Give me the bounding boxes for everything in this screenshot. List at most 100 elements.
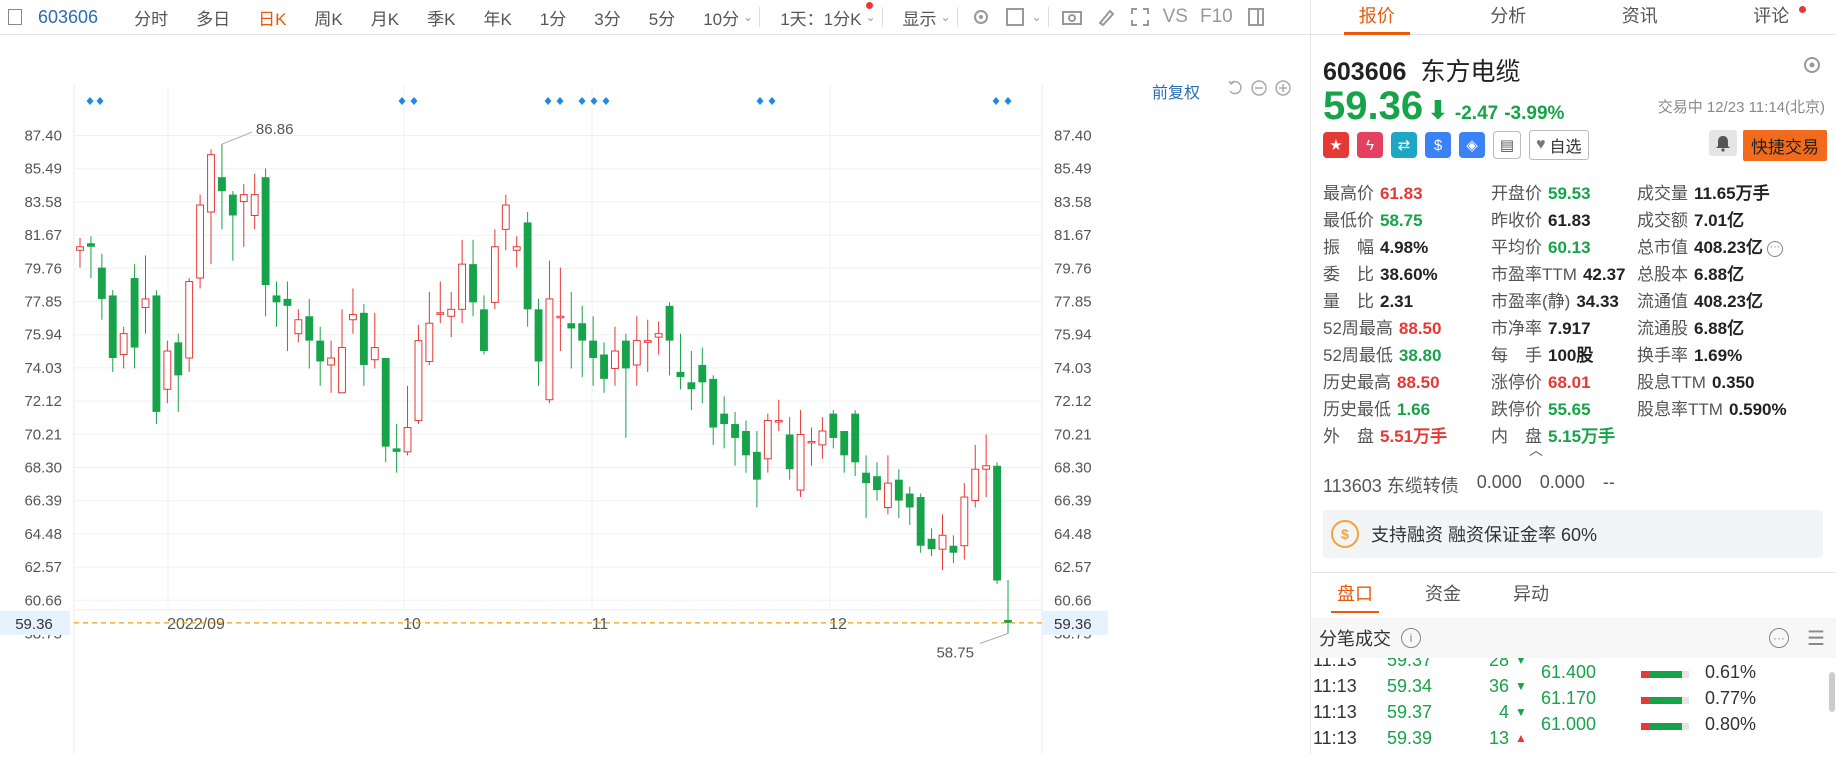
- candle[interactable]: [666, 302, 674, 375]
- candle[interactable]: [917, 494, 925, 553]
- candle[interactable]: [1004, 580, 1012, 634]
- f10-button[interactable]: F10: [1200, 6, 1233, 28]
- tab-weekly-k[interactable]: 周K: [314, 5, 342, 30]
- candle[interactable]: [873, 462, 881, 500]
- candle[interactable]: [644, 320, 651, 372]
- tab-1min[interactable]: 1分: [540, 5, 566, 30]
- candle[interactable]: [808, 428, 815, 466]
- event-marker-icon[interactable]: [757, 97, 764, 105]
- event-marker-icon[interactable]: [557, 97, 564, 105]
- candle[interactable]: [240, 184, 247, 247]
- candle[interactable]: [437, 282, 444, 324]
- candle[interactable]: [131, 264, 139, 368]
- tab-5min[interactable]: 5分: [649, 5, 675, 30]
- candle[interactable]: [939, 514, 946, 570]
- settings-gear-icon[interactable]: [970, 6, 992, 28]
- tab-monthly-k[interactable]: 月K: [371, 5, 399, 30]
- candle[interactable]: [655, 321, 662, 354]
- display-dropdown[interactable]: 显示: [903, 5, 937, 30]
- candle[interactable]: [142, 255, 149, 333]
- candle[interactable]: [698, 348, 706, 404]
- candle[interactable]: [360, 304, 368, 386]
- tab-fenshi[interactable]: 分时: [134, 5, 168, 30]
- sidebar-toggle-icon[interactable]: [1245, 6, 1267, 28]
- candle[interactable]: [382, 358, 390, 462]
- candle[interactable]: [77, 238, 84, 268]
- candle[interactable]: [415, 325, 422, 424]
- layout-toggle-icon[interactable]: [8, 9, 22, 25]
- compare-button[interactable]: VS: [1163, 6, 1188, 28]
- tab-analysis[interactable]: 分析: [1443, 0, 1575, 34]
- zoom-out-icon[interactable]: [1250, 79, 1268, 97]
- tab-3min[interactable]: 3分: [594, 5, 620, 30]
- bell-icon[interactable]: [1709, 130, 1737, 156]
- candle[interactable]: [339, 309, 346, 392]
- pencil-icon[interactable]: [1095, 6, 1117, 28]
- tab-daily-k[interactable]: 日K: [258, 5, 286, 30]
- candle[interactable]: [567, 292, 575, 368]
- candle[interactable]: [840, 431, 848, 473]
- candle[interactable]: [448, 292, 455, 337]
- candle[interactable]: [109, 290, 117, 372]
- candle[interactable]: [393, 424, 401, 473]
- list-icon[interactable]: ☰: [1807, 626, 1825, 651]
- event-marker-icon[interactable]: [1005, 97, 1012, 105]
- info-icon[interactable]: i: [1401, 628, 1421, 648]
- tab-quote[interactable]: 报价: [1311, 0, 1443, 34]
- candle[interactable]: [928, 528, 936, 556]
- candle[interactable]: [600, 342, 608, 392]
- candle[interactable]: [612, 327, 619, 386]
- candle[interactable]: [961, 483, 968, 559]
- tab-abnormal[interactable]: 异动: [1487, 573, 1575, 615]
- candle[interactable]: [350, 288, 357, 333]
- candle[interactable]: [797, 410, 804, 497]
- candle[interactable]: [426, 292, 433, 365]
- tab-quarterly-k[interactable]: 季K: [427, 5, 455, 30]
- candle[interactable]: [98, 254, 106, 320]
- candle[interactable]: [491, 229, 498, 309]
- tab-10min[interactable]: 10分: [703, 5, 739, 30]
- candle[interactable]: [731, 412, 739, 466]
- china-flag-icon[interactable]: ★: [1323, 132, 1349, 158]
- quick-trade-button[interactable]: 快捷交易: [1743, 130, 1827, 161]
- tab-yearly-k[interactable]: 年K: [483, 5, 511, 30]
- zoom-in-icon[interactable]: [1274, 79, 1292, 97]
- shuffle-icon[interactable]: ⇄: [1391, 132, 1417, 158]
- candle[interactable]: [786, 417, 794, 480]
- tab-news[interactable]: 资讯: [1574, 0, 1706, 34]
- candle[interactable]: [829, 410, 837, 448]
- candle[interactable]: [949, 535, 957, 563]
- undo-icon[interactable]: [1226, 79, 1244, 97]
- candle[interactable]: [764, 414, 771, 473]
- candle[interactable]: [895, 469, 903, 518]
- event-marker-icon[interactable]: [411, 97, 418, 105]
- convertible-bond-row[interactable]: 113603 东缆转债 0.000 0.000 --: [1323, 472, 1615, 498]
- candle[interactable]: [906, 487, 914, 525]
- candle[interactable]: [284, 282, 292, 352]
- candle[interactable]: [186, 278, 193, 372]
- candle[interactable]: [371, 313, 378, 369]
- candle[interactable]: [513, 236, 520, 267]
- candle[interactable]: [152, 290, 160, 424]
- dollar-icon[interactable]: $: [1425, 132, 1451, 158]
- chevron-up-icon[interactable]: ︿: [1529, 440, 1543, 460]
- candle[interactable]: [459, 240, 466, 323]
- chevron-down-icon[interactable]: ⌄: [1032, 10, 1042, 24]
- candle[interactable]: [120, 327, 127, 369]
- candle[interactable]: [993, 462, 1001, 584]
- candle[interactable]: [633, 316, 640, 386]
- candle[interactable]: [775, 400, 782, 431]
- add-watchlist-button[interactable]: ♥ 自选: [1529, 130, 1589, 160]
- candle[interactable]: [546, 261, 553, 404]
- candle[interactable]: [753, 431, 761, 507]
- candle[interactable]: [480, 295, 488, 354]
- event-marker-icon[interactable]: [545, 97, 552, 105]
- candle[interactable]: [983, 434, 990, 497]
- indicator-square-icon[interactable]: [1004, 6, 1026, 28]
- tag-icon[interactable]: ◈: [1459, 132, 1485, 158]
- tab-comments[interactable]: 评论: [1706, 0, 1836, 34]
- candle[interactable]: [622, 334, 630, 438]
- candle[interactable]: [316, 327, 324, 386]
- candle[interactable]: [557, 268, 564, 351]
- tab-capital[interactable]: 资金: [1399, 573, 1487, 615]
